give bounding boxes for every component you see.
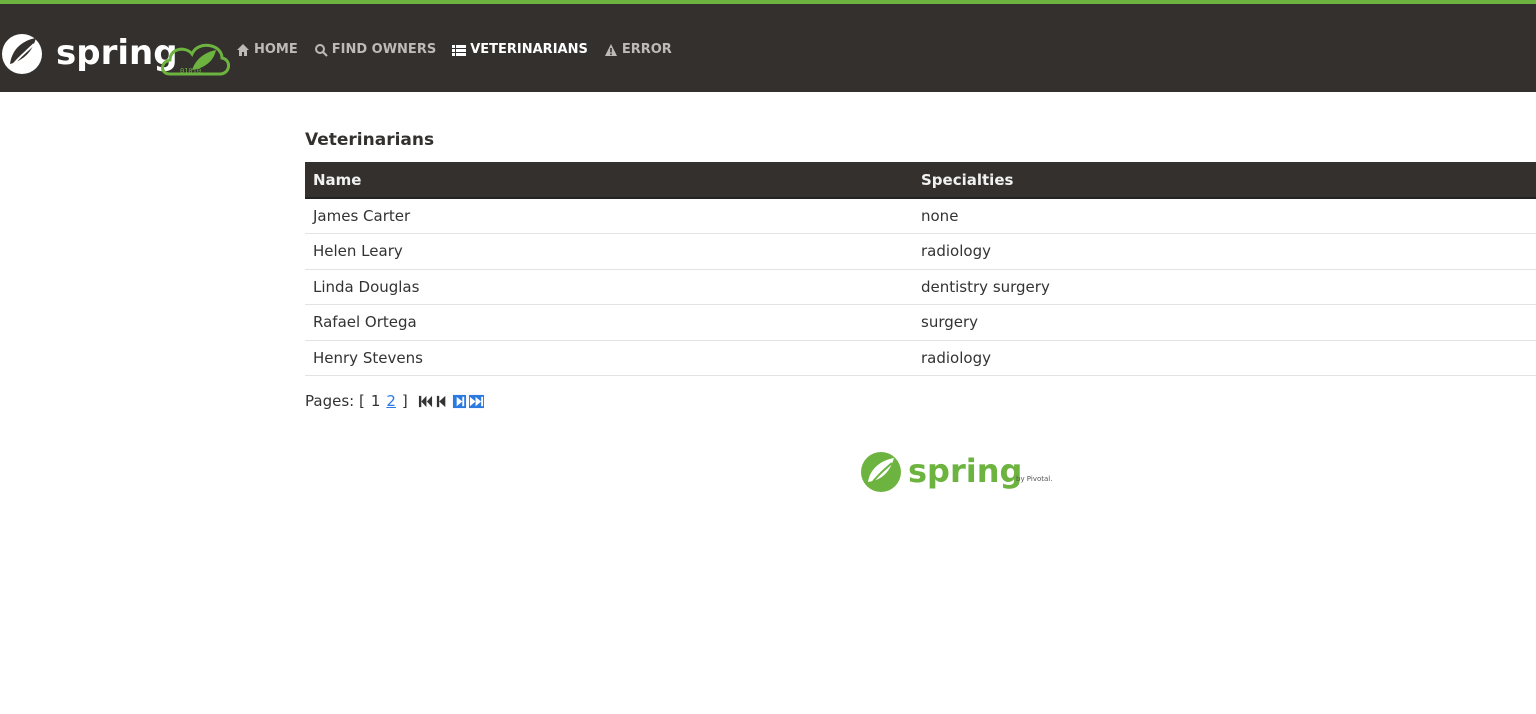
navbar: spring 01010 HOME FIND OWNERS VETERINARI… [0,0,1536,92]
pagination-page-2-link[interactable]: 2 [386,392,396,410]
nav-find-owners[interactable]: FIND OWNERS [314,42,436,57]
page-title: Veterinarians [305,130,435,150]
svg-text:spring: spring [908,452,1022,490]
vet-specialties: none [913,198,1536,234]
search-icon [314,43,328,57]
nav-home[interactable]: HOME [236,42,298,57]
nav-veterinarians[interactable]: VETERINARIANS [452,42,588,57]
table-row: Henry Stevens radiology [305,340,1536,376]
spring-logo[interactable]: spring 01010 [0,26,230,78]
table-row: James Carter none [305,198,1536,234]
previous-page-icon [435,394,450,409]
pagination-suffix: ] [401,392,408,410]
svg-text:spring: spring [56,33,178,73]
nav-error[interactable]: ERROR [604,42,672,57]
spring-leaf-icon: spring 01010 [2,33,230,76]
list-icon [452,44,467,56]
table-row: Rafael Ortega surgery [305,304,1536,341]
table-row: Linda Douglas dentistry surgery [305,269,1536,305]
pagination-prefix: Pages: [ [305,392,365,410]
first-page-icon [418,394,433,409]
svg-text:by Pivotal.: by Pivotal. [1016,475,1052,483]
home-icon [237,43,249,56]
table-row: Helen Leary radiology [305,233,1536,270]
last-page-icon[interactable] [468,394,484,409]
pagination-current-page: 1 [370,392,381,410]
vet-specialties: radiology [913,340,1536,376]
vet-name: James Carter [305,198,913,234]
vet-specialties: surgery [913,304,1536,341]
vet-specialties: dentistry surgery [913,269,1536,305]
nav-error-label: ERROR [621,42,672,57]
pager-controls [418,394,484,409]
main-content: Veterinarians Name Specialties James Car… [305,130,1536,410]
svg-text:01010: 01010 [180,67,201,75]
nav-find-owners-label: FIND OWNERS [331,42,437,57]
warning-icon [604,43,617,56]
vet-name: Henry Stevens [305,340,913,376]
spring-pivotal-logo-icon: spring by Pivotal. [861,452,1052,492]
vets-table: Name Specialties James Carter none Helen… [305,162,1536,376]
column-header-name: Name [305,162,913,199]
pagination: Pages: [ 1 2 ] [305,392,1536,410]
nav-veterinarians-label: VETERINARIANS [470,42,588,57]
vet-name: Rafael Ortega [305,304,913,341]
vet-name: Linda Douglas [305,269,913,305]
vet-specialties: radiology [913,233,1536,270]
next-page-icon[interactable] [452,394,467,409]
table-header-row: Name Specialties [305,162,1536,199]
footer-logo: spring by Pivotal. [860,450,1070,500]
nav-home-label: HOME [254,42,298,57]
vet-name: Helen Leary [305,233,913,270]
main-nav: HOME FIND OWNERS VETERINARIANS ERROR [236,42,672,57]
column-header-specialties: Specialties [913,162,1536,199]
